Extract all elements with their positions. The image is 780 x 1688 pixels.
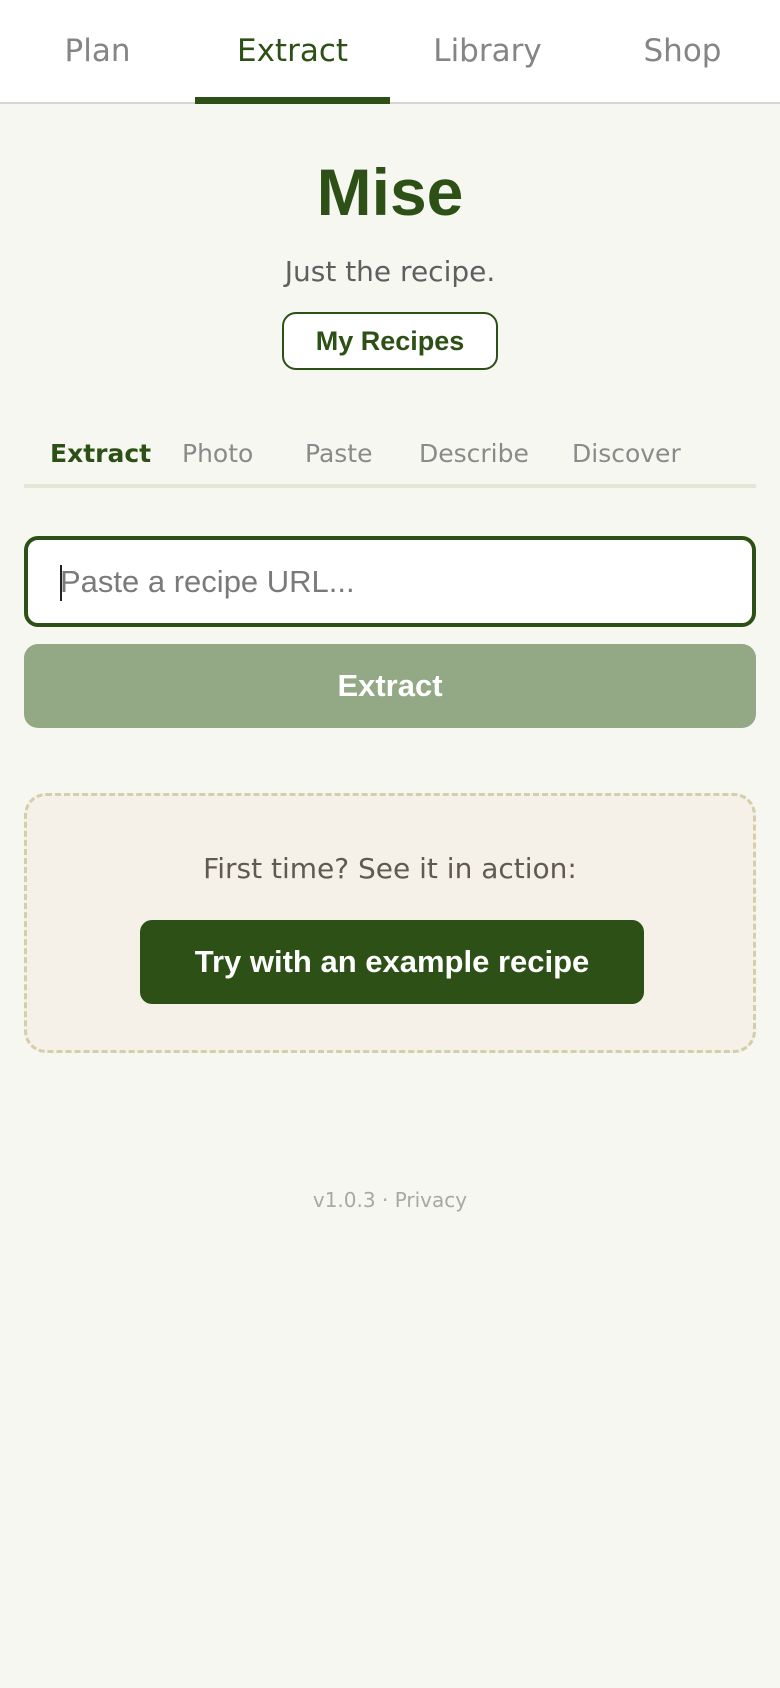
- subtab-discover[interactable]: Discover: [572, 437, 681, 471]
- subtab-extract[interactable]: Extract: [50, 437, 151, 471]
- version-label: v1.0.3: [312, 1188, 376, 1212]
- my-recipes-button[interactable]: My Recipes: [282, 312, 498, 370]
- example-recipe-panel: First time? See it in action: Try with a…: [24, 793, 756, 1053]
- tab-library[interactable]: Library: [390, 0, 585, 102]
- app-title: Mise: [316, 155, 464, 229]
- example-prompt-text: First time? See it in action:: [203, 852, 577, 885]
- subtab-photo[interactable]: Photo: [182, 437, 253, 471]
- privacy-link[interactable]: Privacy: [395, 1188, 467, 1212]
- footer: v1.0.3 · Privacy: [0, 1186, 780, 1214]
- tab-shop[interactable]: Shop: [585, 0, 780, 102]
- app-tagline: Just the recipe.: [284, 255, 496, 288]
- extract-mode-tabs: Extract Photo Paste Describe Discover: [24, 425, 756, 488]
- tab-plan[interactable]: Plan: [0, 0, 195, 102]
- subtab-describe[interactable]: Describe: [419, 437, 529, 471]
- try-example-button[interactable]: Try with an example recipe: [140, 920, 644, 1004]
- extract-button[interactable]: Extract: [24, 644, 756, 728]
- top-navigation: Plan Extract Library Shop: [0, 0, 780, 104]
- recipe-url-input[interactable]: [24, 536, 756, 627]
- tab-extract[interactable]: Extract: [195, 0, 390, 104]
- subtab-paste[interactable]: Paste: [305, 437, 372, 471]
- text-caret: [60, 565, 62, 601]
- footer-separator: ·: [375, 1188, 395, 1212]
